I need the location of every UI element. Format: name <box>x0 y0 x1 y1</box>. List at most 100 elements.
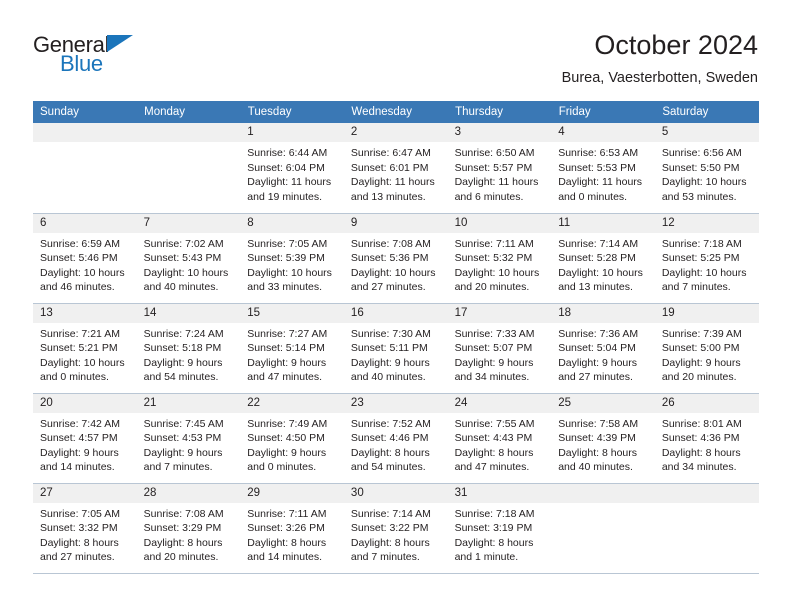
sunset-text: Sunset: 5:46 PM <box>40 252 118 265</box>
day-cell[interactable]: 25 Sunrise: 7:58 AM Sunset: 4:39 PM Dayligh… <box>551 393 655 484</box>
day-cell[interactable]: 16 Sunrise: 7:30 AM Sunset: 5:11 PM Dayligh… <box>343 303 448 394</box>
day-cell[interactable]: 7 Sunrise: 7:02 AM Sunset: 5:43 PM Daylight… <box>136 213 241 304</box>
calendar-page: General Blue October 2024 Burea, Vaester… <box>0 0 792 612</box>
sunset-text: Sunset: 6:01 PM <box>350 161 429 174</box>
day-info: Sunrise: 6:56 AM Sunset: 5:50 PM Daylight:… <box>655 142 759 204</box>
day-cell[interactable]: 8 Sunrise: 7:05 AM Sunset: 5:39 PM Daylight… <box>240 213 344 304</box>
day-number <box>136 123 241 142</box>
day-number: 19 <box>654 303 759 323</box>
day-info: Sunrise: 7:24 AM Sunset: 5:18 PM Daylight:… <box>137 323 241 385</box>
daylight-text: Daylight: 8 hours and 40 minutes. <box>558 446 637 474</box>
day-cell[interactable]: 30 Sunrise: 7:14 AM Sunset: 3:22 PM Dayligh… <box>343 483 448 574</box>
sunrise-text: Sunrise: 8:01 AM <box>661 417 742 430</box>
sunset-text: Sunset: 5:14 PM <box>247 342 325 355</box>
day-number: 4 <box>551 123 655 142</box>
daylight-text: Daylight: 10 hours and 33 minutes. <box>247 266 332 294</box>
day-number: 14 <box>136 303 241 323</box>
day-number: 17 <box>447 303 552 323</box>
day-info: Sunrise: 6:59 AM Sunset: 5:46 PM Daylight:… <box>33 233 137 295</box>
day-number: 26 <box>654 393 759 413</box>
day-cell[interactable]: 23 Sunrise: 7:52 AM Sunset: 4:46 PM Dayligh… <box>343 393 448 484</box>
day-cell[interactable]: 10 Sunrise: 7:11 AM Sunset: 5:32 PM Dayligh… <box>447 213 552 304</box>
day-cell[interactable]: 9 Sunrise: 7:08 AM Sunset: 5:36 PM Daylight… <box>343 213 448 304</box>
day-cell[interactable]: 26 Sunrise: 8:01 AM Sunset: 4:36 PM Dayligh… <box>654 393 759 484</box>
daylight-text: Daylight: 10 hours and 46 minutes. <box>40 266 125 294</box>
daylight-text: Daylight: 8 hours and 20 minutes. <box>143 536 223 564</box>
daylight-text: Daylight: 8 hours and 7 minutes. <box>350 536 430 564</box>
daylight-text: Daylight: 8 hours and 14 minutes. <box>247 536 327 564</box>
daylight-text: Daylight: 8 hours and 1 minute. <box>454 536 534 564</box>
sunset-text: Sunset: 5:25 PM <box>661 252 740 265</box>
day-cell-empty <box>136 123 241 214</box>
sunset-text: Sunset: 4:53 PM <box>143 432 222 445</box>
day-cell[interactable]: 6 Sunrise: 6:59 AM Sunset: 5:46 PM Daylight… <box>33 213 137 304</box>
day-cell[interactable]: 21 Sunrise: 7:45 AM Sunset: 4:53 PM Dayligh… <box>136 393 241 484</box>
sunset-text: Sunset: 5:36 PM <box>350 252 429 265</box>
day-cell[interactable]: 1 Sunrise: 6:44 AM Sunset: 6:04 PM Daylight… <box>240 123 344 214</box>
sunset-text: Sunset: 4:46 PM <box>350 432 429 445</box>
day-cell[interactable]: 29 Sunrise: 7:11 AM Sunset: 3:26 PM Dayligh… <box>240 483 344 574</box>
day-cell[interactable]: 28 Sunrise: 7:08 AM Sunset: 3:29 PM Dayligh… <box>136 483 241 574</box>
day-cell[interactable]: 14 Sunrise: 7:24 AM Sunset: 5:18 PM Dayligh… <box>136 303 241 394</box>
sunrise-text: Sunrise: 7:39 AM <box>661 327 742 340</box>
logo-text-blue: Blue <box>60 51 103 76</box>
day-cell[interactable]: 5 Sunrise: 6:56 AM Sunset: 5:50 PM Daylight… <box>654 123 759 214</box>
sunrise-text: Sunrise: 7:21 AM <box>40 327 120 340</box>
sunset-text: Sunset: 4:57 PM <box>40 432 118 445</box>
sunrise-text: Sunrise: 7:05 AM <box>40 507 120 520</box>
day-info: Sunrise: 7:52 AM Sunset: 4:46 PM Daylight:… <box>344 413 448 475</box>
day-number <box>551 483 655 503</box>
day-number: 3 <box>447 123 552 142</box>
sunrise-text: Sunrise: 6:44 AM <box>247 147 328 159</box>
day-cell[interactable]: 19 Sunrise: 7:39 AM Sunset: 5:00 PM Dayligh… <box>654 303 759 394</box>
day-cell[interactable]: 31 Sunrise: 7:18 AM Sunset: 3:19 PM Dayligh… <box>447 483 552 574</box>
day-cell[interactable]: 3 Sunrise: 6:50 AM Sunset: 5:57 PM Daylight… <box>447 123 552 214</box>
day-info: Sunrise: 6:53 AM Sunset: 5:53 PM Daylight:… <box>551 142 655 204</box>
day-number: 25 <box>551 393 655 413</box>
sunrise-text: Sunrise: 7:49 AM <box>247 417 328 430</box>
day-info: Sunrise: 7:30 AM Sunset: 5:11 PM Daylight:… <box>344 323 448 385</box>
day-cell[interactable]: 13 Sunrise: 7:21 AM Sunset: 5:21 PM Dayligh… <box>33 303 137 394</box>
general-blue-logo[interactable]: General Blue <box>33 28 153 78</box>
day-cell[interactable]: 15 Sunrise: 7:27 AM Sunset: 5:14 PM Dayligh… <box>240 303 344 394</box>
sunset-text: Sunset: 4:50 PM <box>247 432 325 445</box>
day-number: 5 <box>654 123 759 142</box>
daylight-text: Daylight: 10 hours and 53 minutes. <box>661 176 747 203</box>
day-cell[interactable]: 2 Sunrise: 6:47 AM Sunset: 6:01 PM Daylight… <box>343 123 448 214</box>
day-number: 10 <box>447 213 552 233</box>
day-number: 12 <box>654 213 759 233</box>
sunrise-text: Sunrise: 6:59 AM <box>40 237 120 250</box>
day-info: Sunrise: 7:27 AM Sunset: 5:14 PM Daylight:… <box>240 323 344 385</box>
day-cell[interactable]: 12 Sunrise: 7:18 AM Sunset: 5:25 PM Dayligh… <box>654 213 759 304</box>
day-number <box>33 123 137 142</box>
sunset-text: Sunset: 4:36 PM <box>661 432 740 445</box>
day-cell[interactable]: 22 Sunrise: 7:49 AM Sunset: 4:50 PM Dayligh… <box>240 393 344 484</box>
sunrise-text: Sunrise: 6:53 AM <box>558 147 639 159</box>
sunrise-text: Sunrise: 6:47 AM <box>350 147 431 159</box>
sunrise-text: Sunrise: 7:33 AM <box>454 327 535 340</box>
day-number: 27 <box>33 483 137 503</box>
sunrise-text: Sunrise: 7:30 AM <box>350 327 431 340</box>
day-number: 8 <box>240 213 344 233</box>
daylight-text: Daylight: 10 hours and 40 minutes. <box>143 266 229 294</box>
day-cell[interactable]: 24 Sunrise: 7:55 AM Sunset: 4:43 PM Dayligh… <box>447 393 552 484</box>
calendar-header-row: Sunday Monday Tuesday Wednesday Thursday… <box>33 101 759 123</box>
day-number: 20 <box>33 393 137 413</box>
day-cell[interactable]: 4 Sunrise: 6:53 AM Sunset: 5:53 PM Daylight… <box>551 123 655 214</box>
sunset-text: Sunset: 5:07 PM <box>454 342 533 355</box>
sunrise-text: Sunrise: 7:18 AM <box>661 237 742 250</box>
day-cell[interactable]: 17 Sunrise: 7:33 AM Sunset: 5:07 PM Dayligh… <box>447 303 552 394</box>
day-cell[interactable]: 20 Sunrise: 7:42 AM Sunset: 4:57 PM Dayligh… <box>33 393 137 484</box>
day-number: 2 <box>343 123 448 142</box>
day-cell[interactable]: 11 Sunrise: 7:14 AM Sunset: 5:28 PM Dayligh… <box>551 213 655 304</box>
day-info: Sunrise: 7:21 AM Sunset: 5:21 PM Daylight:… <box>33 323 137 385</box>
daylight-text: Daylight: 11 hours and 13 minutes. <box>350 176 435 203</box>
day-cell[interactable]: 18 Sunrise: 7:36 AM Sunset: 5:04 PM Dayligh… <box>551 303 655 394</box>
day-cell[interactable]: 27 Sunrise: 7:05 AM Sunset: 3:32 PM Dayligh… <box>33 483 137 574</box>
daylight-text: Daylight: 9 hours and 34 minutes. <box>454 356 534 384</box>
daylight-text: Daylight: 11 hours and 19 minutes. <box>247 176 332 203</box>
triangle-icon <box>107 35 133 52</box>
weekday-header-sunday: Sunday <box>33 101 138 123</box>
day-info: Sunrise: 7:11 AM Sunset: 3:26 PM Daylight:… <box>240 503 344 565</box>
day-info: Sunrise: 6:50 AM Sunset: 5:57 PM Daylight:… <box>448 142 552 204</box>
